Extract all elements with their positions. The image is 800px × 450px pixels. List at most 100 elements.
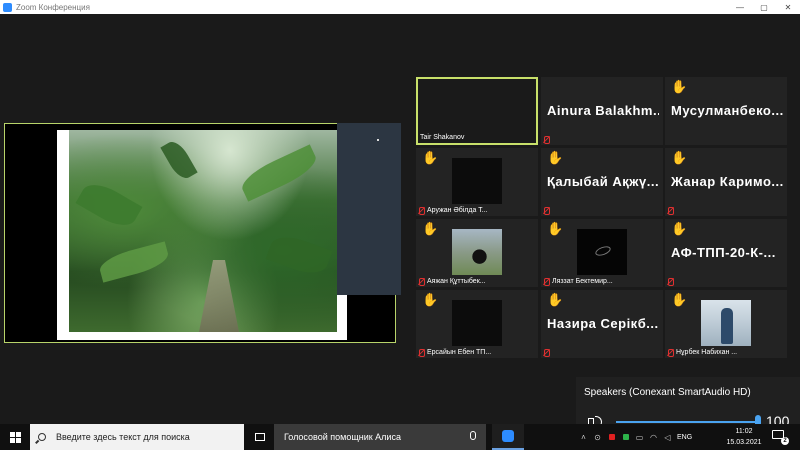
participant-tile[interactable]: ✋ Жанар Каримо... bbox=[665, 148, 787, 216]
zoom-icon bbox=[502, 430, 514, 442]
participant-label: Нұрбек Набихан ... bbox=[667, 349, 738, 357]
title-bar: Zoom Конференция — ▢ ✕ bbox=[0, 0, 800, 14]
chevron-up-icon[interactable]: ˄ bbox=[578, 432, 589, 442]
system-tray: ˄ ⊙ ▭ ◠ ◁ ENG bbox=[578, 424, 696, 450]
participant-label: Ляззат Бектемир... bbox=[543, 278, 613, 286]
clock[interactable]: 11:02 15.03.2021 bbox=[722, 426, 766, 448]
raised-hand-icon: ✋ bbox=[422, 292, 439, 307]
participant-display-name: Мусулманбеко... bbox=[671, 103, 783, 118]
muted-mic-icon bbox=[667, 349, 674, 357]
participant-tile[interactable]: ✋ Ляззат Бектемир... bbox=[541, 219, 663, 287]
audio-device-name[interactable]: Speakers (Conexant SmartAudio HD) bbox=[584, 387, 751, 398]
shared-screen[interactable] bbox=[4, 123, 401, 343]
notification-count: 2 bbox=[781, 437, 789, 445]
search-icon bbox=[38, 433, 46, 441]
participant-name: Аяжан Құттыбек... bbox=[427, 278, 486, 285]
participant-label: Tair Shakanov bbox=[420, 134, 464, 141]
raised-hand-icon: ✋ bbox=[671, 221, 688, 236]
raised-hand-icon: ✋ bbox=[547, 292, 564, 307]
muted-mic-icon bbox=[543, 207, 550, 215]
muted-mic-icon bbox=[667, 207, 674, 215]
minimize-button[interactable]: — bbox=[728, 0, 752, 14]
participant-label bbox=[543, 207, 552, 215]
raised-hand-icon: ✋ bbox=[422, 150, 439, 165]
wifi-icon[interactable]: ◠ bbox=[648, 432, 659, 442]
muted-mic-icon bbox=[418, 349, 425, 357]
muted-mic-icon bbox=[418, 278, 425, 286]
participant-video bbox=[577, 229, 627, 275]
participant-name: Нұрбек Набихан ... bbox=[676, 349, 738, 356]
network-icon[interactable]: ⊙ bbox=[592, 432, 603, 442]
participant-tile[interactable]: Ainura Balakhm... bbox=[541, 77, 663, 145]
shared-side-panel bbox=[337, 123, 401, 295]
volume-icon[interactable]: ◁ bbox=[662, 432, 673, 442]
participant-name: Аружан Әбілда Т... bbox=[427, 207, 488, 214]
participant-video bbox=[452, 158, 502, 204]
participant-tile[interactable]: ✋ Аружан Әбілда Т... bbox=[416, 148, 538, 216]
raised-hand-icon: ✋ bbox=[547, 221, 564, 236]
participant-tile[interactable]: ✋ Нұрбек Набихан ... bbox=[665, 290, 787, 358]
volume-slider[interactable] bbox=[616, 421, 758, 423]
start-button[interactable] bbox=[0, 424, 30, 450]
participant-label: Аяжан Құттыбек... bbox=[418, 278, 486, 286]
taskbar-search[interactable]: Введите здесь текст для поиска bbox=[30, 424, 244, 450]
raised-hand-icon: ✋ bbox=[422, 221, 439, 236]
participant-tile[interactable]: ✋ АФ-ТПП-20-К-... bbox=[665, 219, 787, 287]
app-tray-icon[interactable] bbox=[620, 432, 631, 442]
raised-hand-icon: ✋ bbox=[671, 79, 688, 94]
participant-name: Ляззат Бектемир... bbox=[552, 278, 613, 285]
task-view-button[interactable] bbox=[248, 424, 272, 450]
participant-label bbox=[667, 278, 676, 286]
participant-name: Tair Shakanov bbox=[420, 134, 465, 141]
participant-label bbox=[667, 207, 676, 215]
microphone-icon[interactable] bbox=[470, 431, 476, 440]
participant-tile[interactable]: ✋ Аяжан Құттыбек... bbox=[416, 219, 538, 287]
meeting-stage: Tair Shakanov Ainura Balakhm... ✋ Мусулманб… bbox=[0, 14, 800, 438]
participant-tile[interactable]: ✋ Қалыбай Ақжү... bbox=[541, 148, 663, 216]
search-placeholder: Введите здесь текст для поиска bbox=[56, 432, 190, 442]
window-controls: — ▢ ✕ bbox=[728, 0, 800, 14]
participant-label bbox=[543, 349, 552, 357]
volume-slider-fill bbox=[616, 421, 758, 423]
clock-time: 11:02 bbox=[735, 428, 753, 435]
voice-assistant-label: Голосовой помощник Алиса bbox=[284, 432, 401, 442]
garden-photo bbox=[69, 130, 337, 332]
participant-label: Ерсайын Ебен ТП... bbox=[418, 349, 492, 357]
shared-slide bbox=[57, 130, 347, 340]
raised-hand-icon: ✋ bbox=[547, 150, 564, 165]
window-title: Zoom Конференция bbox=[16, 2, 90, 12]
zoom-taskbar-button[interactable] bbox=[492, 424, 524, 450]
participant-tile[interactable]: ✋ Назира Серікб... bbox=[541, 290, 663, 358]
participant-video bbox=[452, 229, 502, 275]
participant-tile[interactable]: ✋ Ерсайын Ебен ТП... bbox=[416, 290, 538, 358]
participant-display-name: Жанар Каримо... bbox=[671, 174, 783, 189]
participant-name: Ерсайын Ебен ТП... bbox=[427, 349, 492, 356]
raised-hand-icon: ✋ bbox=[671, 150, 688, 165]
antivirus-icon[interactable] bbox=[606, 432, 617, 442]
maximize-button[interactable]: ▢ bbox=[752, 0, 776, 14]
participant-display-name: Назира Серікб... bbox=[547, 316, 659, 331]
participant-label: Аружан Әбілда Т... bbox=[418, 207, 488, 215]
muted-mic-icon bbox=[418, 207, 425, 215]
voice-assistant-bar[interactable]: Голосовой помощник Алиса bbox=[274, 424, 486, 450]
taskbar: Введите здесь текст для поиска Голосовой… bbox=[0, 424, 800, 450]
participant-display-name: АФ-ТПП-20-К-... bbox=[671, 245, 776, 260]
participant-video bbox=[452, 300, 502, 346]
battery-icon[interactable]: ▭ bbox=[634, 432, 645, 442]
participant-display-name: Ainura Balakhm... bbox=[547, 103, 659, 118]
language-indicator[interactable]: ENG bbox=[677, 434, 692, 441]
participant-label bbox=[543, 136, 552, 144]
close-button[interactable]: ✕ bbox=[776, 0, 800, 14]
zoom-app-icon bbox=[3, 2, 12, 12]
clock-date: 15.03.2021 bbox=[726, 439, 762, 446]
participant-display-name: Қалыбай Ақжү... bbox=[547, 174, 659, 189]
task-view-icon bbox=[255, 433, 265, 441]
participant-video bbox=[701, 300, 751, 346]
notification-button[interactable]: 2 bbox=[772, 430, 789, 445]
muted-mic-icon bbox=[543, 278, 550, 286]
participant-tile[interactable]: Tair Shakanov bbox=[416, 77, 538, 145]
muted-mic-icon bbox=[543, 349, 550, 357]
muted-mic-icon bbox=[543, 136, 550, 144]
participant-tile[interactable]: ✋ Мусулманбеко... bbox=[665, 77, 787, 145]
muted-mic-icon bbox=[667, 278, 674, 286]
